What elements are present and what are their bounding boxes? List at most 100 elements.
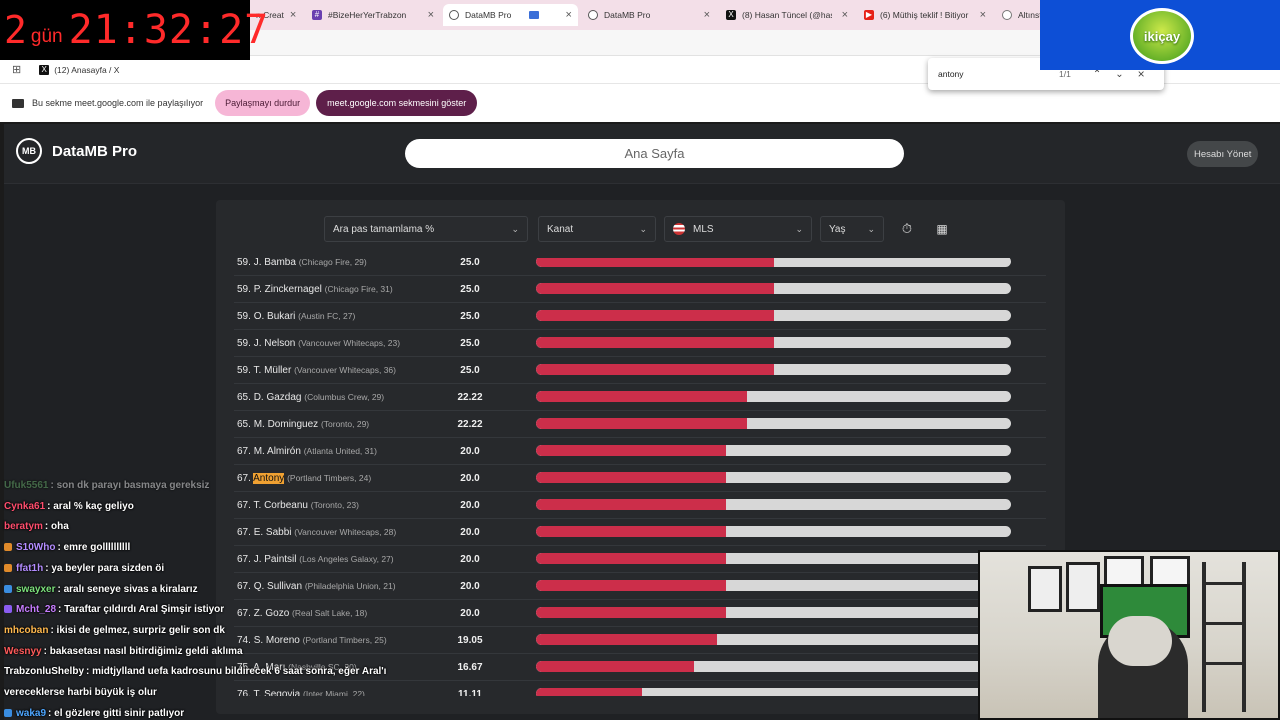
chat-badge-icon bbox=[4, 563, 12, 572]
chat-message: TrabzonluShelby: midtjylland uefa kadros… bbox=[4, 666, 386, 677]
countdown-timer: 2 gün 21:32:27 bbox=[0, 0, 268, 60]
value-bar-fill bbox=[536, 553, 726, 564]
league-select[interactable]: MLS ⌄ bbox=[664, 216, 812, 242]
player-value: 16.67 bbox=[457, 662, 483, 673]
browser-tab[interactable]: Altınst bbox=[996, 4, 1040, 26]
league-select-value: MLS bbox=[693, 223, 714, 235]
value-bar-fill bbox=[536, 283, 774, 294]
apps-grid-icon[interactable]: ⊞ bbox=[12, 63, 21, 76]
browser-tab[interactable]: ▶ (6) Müthiş teklif ! Bitiyor ! × bbox=[858, 4, 992, 26]
home-search-bar[interactable]: Ana Sayfa bbox=[405, 139, 904, 168]
player-value: 20.0 bbox=[460, 473, 480, 484]
manage-account-button[interactable]: Hesabı Yönet bbox=[1187, 141, 1259, 167]
x-logo-icon: X bbox=[726, 10, 736, 20]
close-tab-icon[interactable]: × bbox=[974, 9, 986, 21]
chat-text: : emre gollllllllll bbox=[57, 542, 131, 554]
usa-flag-icon bbox=[673, 223, 685, 235]
brand-name: DataMB Pro bbox=[52, 142, 138, 160]
value-bar-track bbox=[536, 634, 1011, 645]
player-value: 11.11 bbox=[458, 689, 482, 696]
tab-label: Altınst bbox=[1018, 10, 1040, 20]
metric-select[interactable]: Ara pas tamamlama % ⌄ bbox=[324, 216, 528, 242]
value-bar-track bbox=[536, 580, 1011, 591]
calendar-icon[interactable]: ▦ bbox=[929, 216, 955, 242]
screen-share-icon bbox=[529, 11, 540, 19]
player-name-text: M. Dominguez bbox=[253, 419, 319, 430]
browser-tab-active[interactable]: DataMB Pro × bbox=[443, 4, 578, 26]
chat-text: : bakasetası nasıl bitirdiğimiz geldi ak… bbox=[43, 645, 243, 657]
find-input[interactable]: antony bbox=[938, 69, 1048, 79]
player-rank: 59. bbox=[237, 284, 251, 295]
value-bar-fill bbox=[536, 258, 774, 267]
stop-sharing-button[interactable]: Paylaşmayı durdur bbox=[215, 90, 311, 116]
value-bar-track bbox=[536, 418, 1011, 429]
find-previous-icon[interactable]: ⌃ bbox=[1093, 69, 1101, 80]
player-name-text: J. Bamba bbox=[253, 258, 296, 268]
chat-username: mhcoban bbox=[4, 624, 49, 636]
value-bar-track bbox=[536, 553, 1011, 564]
chat-message: S10Who: emre gollllllllll bbox=[4, 542, 130, 553]
player-value: 22.22 bbox=[457, 419, 483, 430]
value-bar-track bbox=[536, 499, 1011, 510]
player-row[interactable]: 67. M. Almirón (Atlanta United, 31) 20.0 bbox=[234, 438, 1046, 465]
player-team: (Atlanta United, 31) bbox=[303, 446, 377, 456]
x-logo-icon: X bbox=[39, 64, 50, 75]
player-row[interactable]: 59. J. Nelson (Vancouver Whitecaps, 23) 2… bbox=[234, 330, 1046, 357]
webcam-feed bbox=[978, 550, 1280, 720]
timer-icon[interactable]: ⏱ bbox=[894, 216, 920, 242]
sponsor-logo: ikiçay bbox=[1130, 8, 1194, 64]
tab-label: (8) Hasan Tüncel (@hasan bbox=[742, 10, 832, 20]
position-select-value: Kanat bbox=[547, 223, 574, 235]
close-tab-icon[interactable]: × bbox=[422, 9, 434, 21]
tab-label: DataMB Pro bbox=[604, 10, 651, 20]
value-bar-fill bbox=[536, 499, 726, 510]
show-meet-tab-button[interactable]: meet.google.com sekmesini göster bbox=[316, 90, 478, 116]
chat-badge-icon bbox=[4, 605, 12, 614]
close-tab-icon[interactable]: × bbox=[698, 9, 710, 21]
browser-tab[interactable]: X (8) Hasan Tüncel (@hasan × bbox=[720, 4, 854, 26]
close-tab-icon[interactable]: × bbox=[558, 9, 572, 21]
youtube-icon: ▶ bbox=[864, 10, 874, 20]
player-row[interactable]: 59. T. Müller (Vancouver Whitecaps, 36) 2… bbox=[234, 357, 1046, 384]
value-bar-fill bbox=[536, 364, 774, 375]
player-row[interactable]: 65. M. Dominguez (Toronto, 29) 22.22 bbox=[234, 411, 1046, 438]
value-bar-track bbox=[536, 337, 1011, 348]
chat-message: waka9: el gözlere gitti sinir patlıyor bbox=[4, 708, 184, 719]
player-value: 19.05 bbox=[457, 635, 483, 646]
chat-username: Ufuk5561 bbox=[4, 480, 49, 491]
value-bar-track bbox=[536, 472, 1011, 483]
player-row[interactable]: 65. D. Gazdag (Columbus Crew, 29) 22.22 bbox=[234, 384, 1046, 411]
value-bar-fill bbox=[536, 580, 726, 591]
player-row[interactable]: 59. J. Bamba (Chicago Fire, 29) 25.0 bbox=[234, 258, 1046, 276]
player-team: (Chicago Fire, 29) bbox=[298, 258, 367, 267]
find-next-icon[interactable]: ⌄ bbox=[1115, 69, 1123, 80]
age-select[interactable]: Yaş ⌄ bbox=[820, 216, 884, 242]
chat-username: S10Who bbox=[16, 542, 56, 554]
position-select[interactable]: Kanat ⌄ bbox=[538, 216, 656, 242]
value-bar-track bbox=[536, 526, 1011, 537]
player-row[interactable]: 59. P. Zinckernagel (Chicago Fire, 31) 25… bbox=[234, 276, 1046, 303]
value-bar-fill bbox=[536, 661, 694, 672]
chat-username: ffat1h bbox=[16, 562, 44, 574]
player-name: 59. J. Bamba (Chicago Fire, 29) bbox=[237, 258, 367, 276]
close-tab-icon[interactable]: × bbox=[836, 9, 848, 21]
chevron-down-icon: ⌄ bbox=[511, 223, 519, 234]
player-name: 67. M. Almirón (Atlanta United, 31) bbox=[237, 438, 377, 465]
player-value: 20.0 bbox=[460, 581, 480, 592]
value-bar-fill bbox=[536, 445, 726, 456]
wall-frame bbox=[1066, 562, 1100, 612]
close-tab-icon[interactable]: × bbox=[284, 9, 296, 21]
shelf bbox=[1202, 582, 1246, 585]
browser-tab[interactable]: DataMB Pro × bbox=[582, 4, 716, 26]
browser-tab[interactable]: # #BizeHerYerTrabzon × bbox=[306, 4, 440, 26]
brand[interactable]: MB DataMB Pro bbox=[16, 138, 137, 164]
streamer-head bbox=[1108, 616, 1172, 666]
tab-label: #BizeHerYerTrabzon bbox=[328, 10, 407, 20]
chat-message: Wesnyy: bakasetası nasıl bitirdiğimiz ge… bbox=[4, 646, 243, 657]
chat-text: : aralı seneye sivas a kiralarız bbox=[57, 583, 198, 595]
bookmark-item[interactable]: (12) Anasayfa / X bbox=[54, 65, 119, 75]
player-value: 20.0 bbox=[460, 500, 480, 511]
player-row[interactable]: 59. O. Bukari (Austin FC, 27) 25.0 bbox=[234, 303, 1046, 330]
stream-chat-overlay: Ufuk5561: son dk parayı basmaya gereksiz… bbox=[0, 476, 420, 720]
chat-message: Mcht_28: Taraftar çıldırdı Aral Şimşir i… bbox=[4, 604, 224, 615]
